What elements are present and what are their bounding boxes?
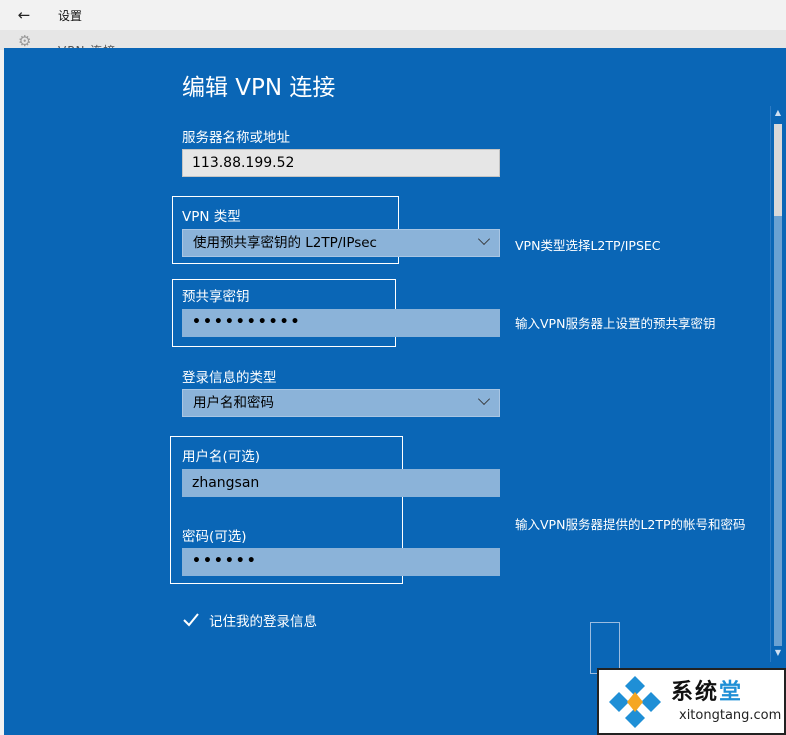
checkmark-icon [183,613,199,627]
watermark-name-accent: 堂 [719,679,744,705]
note-psk: 输入VPN服务器上设置的预共享密钥 [515,316,716,331]
app-title: 设置 [58,9,83,23]
save-button[interactable] [590,622,620,674]
remember-label: 记住我的登录信息 [209,614,317,630]
scroll-up-icon[interactable]: ▲ [773,108,783,118]
diamond-logo-icon [609,676,661,728]
scrollbar-thumb[interactable] [774,124,782,216]
vpn-type-select[interactable]: 使用预共享密钥的 L2TP/IPsec [182,229,500,257]
edit-vpn-dialog: 编辑 VPN 连接 服务器名称或地址 113.88.199.52 VPN 类型 … [4,48,786,735]
password-label: 密码(可选) [182,529,247,545]
watermark-name: 系统 [671,679,720,705]
login-type-value: 用户名和密码 [193,395,274,411]
dialog-title: 编辑 VPN 连接 [182,75,336,101]
watermark-url: xitongtang.com [679,708,782,723]
note-account: 输入VPN服务器提供的L2TP的帐号和密码 [515,517,746,532]
psk-label: 预共享密钥 [182,289,250,305]
vpn-type-label: VPN 类型 [182,209,241,225]
password-input[interactable]: •••••• [182,548,500,576]
note-vpn-type: VPN类型选择L2TP/IPSEC [515,238,661,253]
scroll-down-icon[interactable]: ▼ [773,648,783,658]
server-address-input[interactable]: 113.88.199.52 [182,149,500,177]
arrow-left-icon: ← [17,6,31,24]
login-type-select[interactable]: 用户名和密码 [182,389,500,417]
chevron-down-icon [477,232,491,246]
back-button[interactable]: ← [14,5,34,25]
watermark-title: 系统堂 [671,674,743,706]
server-label: 服务器名称或地址 [182,130,290,146]
remember-checkbox[interactable] [182,611,200,629]
title-bar: ← 设置 [0,0,786,30]
username-label: 用户名(可选) [182,449,261,465]
vpn-type-value: 使用预共享密钥的 L2TP/IPsec [193,235,377,251]
settings-underlay: ⚙ VPN 连接 [0,30,786,50]
scrollbar-track [774,216,782,646]
scrollbar[interactable]: ▲ ▼ [770,106,785,662]
username-input[interactable]: zhangsan [182,469,500,497]
login-type-label: 登录信息的类型 [182,370,277,386]
psk-input[interactable]: •••••••••• [182,309,500,337]
chevron-down-icon [477,392,491,406]
watermark-logo: 系统堂 xitongtang.com [597,668,786,735]
